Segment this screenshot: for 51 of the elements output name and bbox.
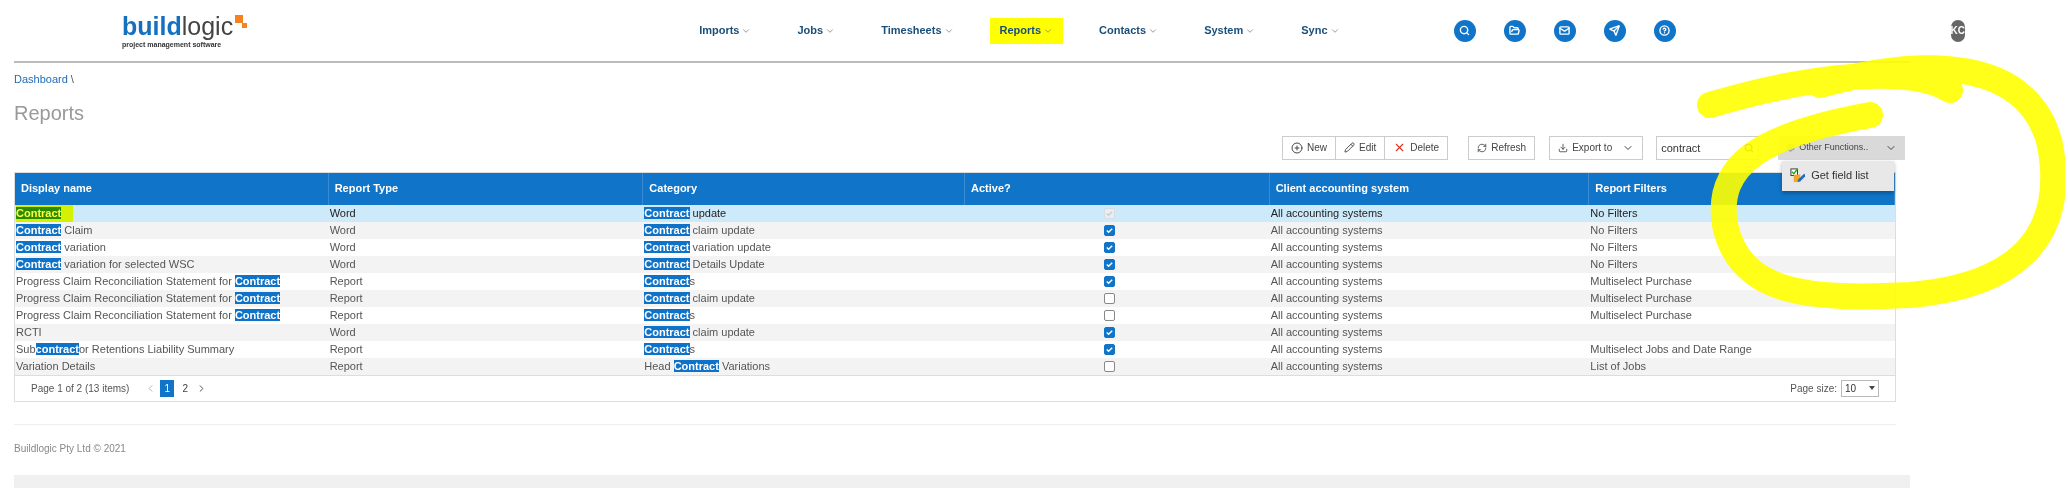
table-cell-text: Progress Claim Reconciliation Statement for Contract [16, 273, 281, 289]
table-cell-text: Variation Details [16, 358, 96, 374]
table-cell: All accounting systems [1270, 342, 1383, 355]
table-cell: Contract claim update [644, 325, 755, 338]
table-cell: All accounting systems [1270, 308, 1383, 321]
table-cell: No Filters [1590, 206, 1638, 219]
table-cell: Multiselect Purchase [1590, 274, 1692, 287]
table-cell-text: Contract Claim [16, 222, 93, 238]
table-cell: All accounting systems [1270, 291, 1383, 304]
table-cell-text: Contract variation [16, 239, 106, 255]
page-title: Reports [14, 100, 86, 126]
table-cell: All accounting systems [1270, 257, 1383, 270]
table-cell: Contract variation update [644, 240, 771, 253]
table-cell-text: RCTI [16, 324, 42, 340]
logo-wordmark: logic [181, 13, 234, 39]
pager-summary: Page 1 of 2 (13 items) [31, 381, 130, 396]
table-cell: Head Contract Variations [644, 359, 771, 372]
table-cell: No Filters [1590, 240, 1638, 253]
table-cell: Multiselect Jobs and Date Range [1590, 342, 1752, 355]
table-cell: Word [329, 240, 356, 253]
table-cell: Contract update [644, 206, 727, 219]
table-cell: All accounting systems [1270, 359, 1383, 372]
table-cell: Word [329, 257, 356, 270]
table-cell: List of Jobs [1590, 359, 1646, 372]
footer-copyright: Buildlogic Pty Ltd © 2021 [14, 441, 127, 456]
table-cell: All accounting systems [1270, 223, 1383, 236]
table-cell: Report [329, 308, 363, 321]
table-cell: Contract claim update [644, 291, 755, 304]
table-cell: Report [329, 342, 363, 355]
table-cell: No Filters [1590, 223, 1638, 236]
table-cell: No Filters [1590, 257, 1638, 270]
table-cell: All accounting systems [1270, 274, 1383, 287]
table-cell-text: Contract variation for selected WSC [16, 256, 195, 272]
table-cell: Report [329, 291, 363, 304]
table-cell: Report [329, 274, 363, 287]
table-cell-text: Progress Claim Reconciliation Statement for Contract [16, 307, 281, 323]
breadcrumb-separator: \ [70, 73, 74, 85]
table-cell: Report [329, 359, 363, 372]
table-cell-text: Progress Claim Reconciliation Statement for Contract [16, 290, 281, 306]
page-size-label: Page size: [1790, 381, 1837, 396]
table-cell: Contract claim update [644, 223, 755, 236]
table-cell: Multiselect Purchase [1590, 291, 1692, 304]
table-cell: All accounting systems [1270, 206, 1383, 219]
table-cell: All accounting systems [1270, 240, 1383, 253]
table-cell: Word [329, 206, 356, 219]
table-cell: Multiselect Purchase [1590, 308, 1692, 321]
logo-wordmark-bold: build [122, 13, 182, 39]
table-cell: All accounting systems [1270, 325, 1383, 338]
table-cell: Word [329, 325, 356, 338]
table-cell: Contract Details Update [644, 257, 765, 270]
table-cell: Word [329, 223, 356, 236]
